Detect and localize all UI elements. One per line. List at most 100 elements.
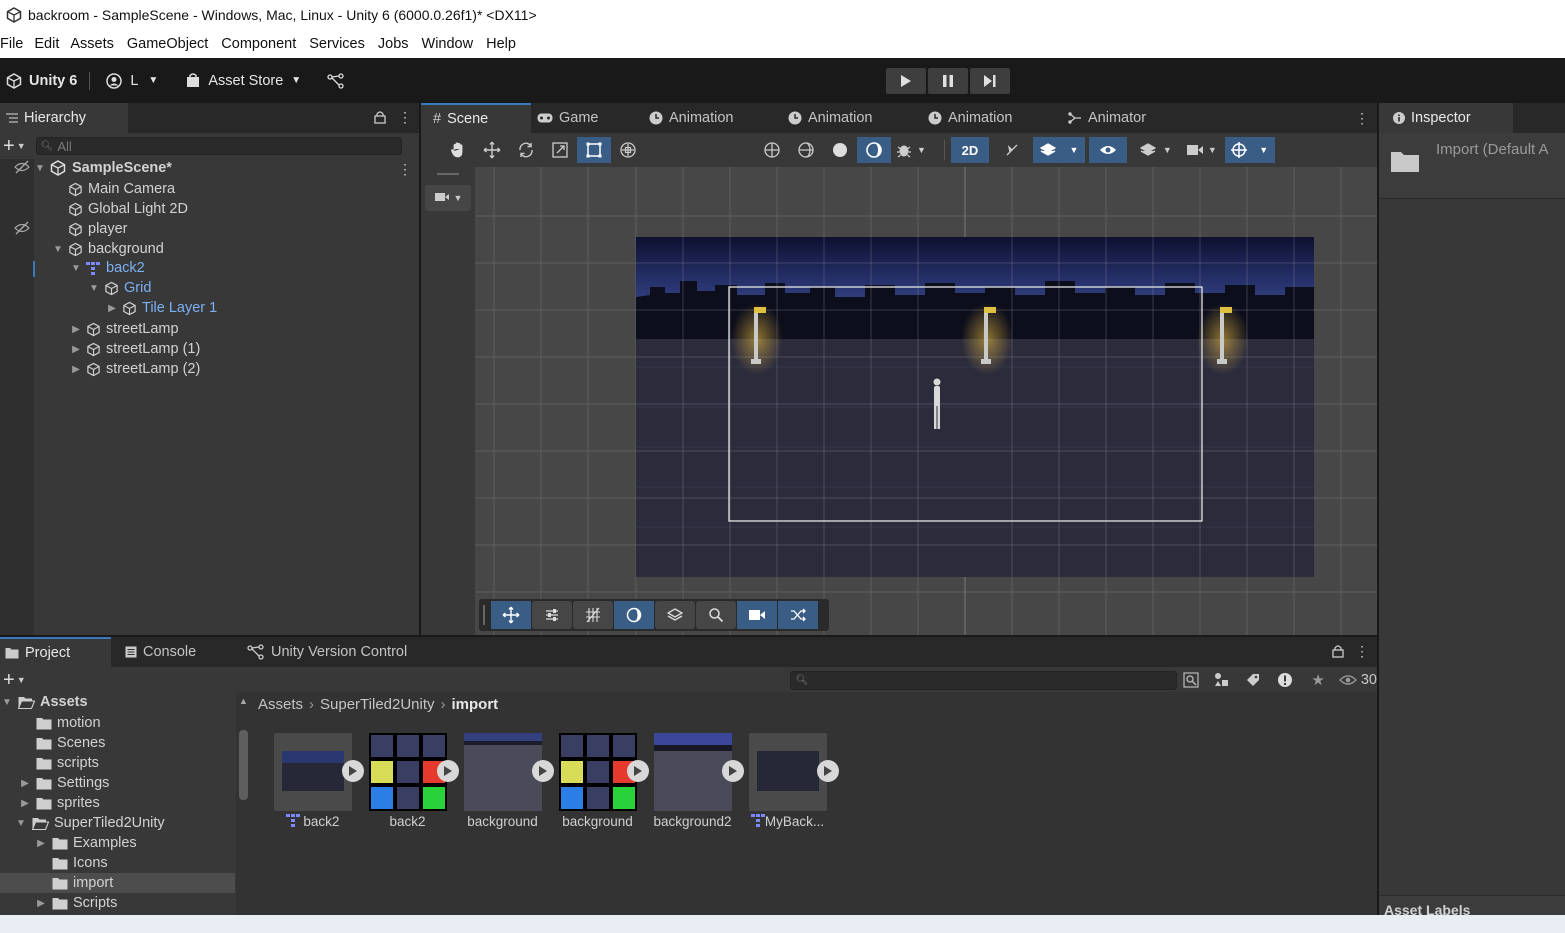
- asset-labels-section[interactable]: Asset Labels: [1379, 895, 1565, 918]
- hierarchy-item-tile-layer-1[interactable]: ▶ Tile Layer 1: [106, 298, 217, 318]
- scene-viewport[interactable]: [475, 167, 1377, 635]
- expand-play-icon[interactable]: [816, 760, 839, 782]
- expand-arrow-icon[interactable]: ▶: [70, 344, 82, 355]
- expand-arrow-icon[interactable]: ▶: [34, 838, 48, 849]
- expand-arrow-icon[interactable]: ▼: [34, 163, 46, 174]
- chevron-down-icon[interactable]: ▼: [917, 145, 926, 155]
- move-tool-icon[interactable]: [475, 137, 509, 163]
- hierarchy-item-streetlamp-1[interactable]: ▶ streetLamp (1): [70, 339, 200, 359]
- shaded-mode-icon[interactable]: [823, 137, 857, 163]
- shading-overlay-icon[interactable]: [614, 601, 654, 629]
- asset-item-back2-tilemap[interactable]: back2: [265, 733, 364, 831]
- menu-edit[interactable]: Edit: [34, 36, 70, 52]
- scroll-up-icon[interactable]: ▲: [239, 696, 248, 706]
- gizmos-icon[interactable]: [1224, 137, 1253, 163]
- breadcrumb-assets[interactable]: Assets: [258, 696, 303, 713]
- project-folder-examples[interactable]: ▶ Examples: [34, 833, 137, 853]
- scene-more-options-icon[interactable]: ⋮: [1355, 110, 1369, 127]
- hierarchy-item-background[interactable]: ▼ background: [52, 239, 164, 259]
- expand-arrow-icon[interactable]: ▶: [18, 778, 32, 789]
- menu-help[interactable]: Help: [486, 36, 523, 52]
- move-overlay-icon[interactable]: [491, 601, 531, 629]
- chevron-down-icon[interactable]: ▼: [1208, 145, 1217, 155]
- hierarchy-item-streetlamp-2[interactable]: ▶ streetLamp (2): [70, 359, 200, 379]
- favorite-star-icon[interactable]: ★: [1311, 671, 1324, 689]
- project-folder-supertiled2unity[interactable]: ▼ SuperTiled2Unity: [14, 813, 165, 833]
- scene-row[interactable]: ▼ SampleScene*: [34, 158, 172, 178]
- expand-arrow-icon[interactable]: ▼: [88, 283, 100, 294]
- hierarchy-item-global-light-2d[interactable]: Global Light 2D: [52, 199, 188, 219]
- chevron-down-icon[interactable]: ▼: [1252, 137, 1275, 163]
- 2d-mode-toggle[interactable]: 2D: [950, 137, 989, 163]
- pause-button[interactable]: [928, 68, 968, 94]
- project-folder-scripts[interactable]: scripts: [18, 753, 99, 773]
- expand-arrow-icon[interactable]: ▶: [34, 898, 48, 909]
- scene-visibility-eye-icon[interactable]: [1088, 137, 1127, 163]
- grid-snap-overlay-icon[interactable]: [573, 601, 613, 629]
- scroll-thumb[interactable]: [239, 730, 248, 800]
- project-folder-motion[interactable]: motion: [18, 713, 101, 733]
- step-button[interactable]: [970, 68, 1010, 94]
- search-by-type-icon[interactable]: [1183, 672, 1200, 688]
- expand-arrow-icon[interactable]: ▶: [106, 303, 118, 314]
- tab-scene[interactable]: # Scene: [421, 103, 531, 133]
- layers-overlay-icon[interactable]: [655, 601, 695, 629]
- more-options-icon[interactable]: ⋮: [398, 110, 412, 124]
- hierarchy-item-main-camera[interactable]: Main Camera: [52, 179, 175, 199]
- hierarchy-item-player[interactable]: player: [52, 219, 128, 239]
- breadcrumb-supertiled2unity[interactable]: SuperTiled2Unity: [320, 696, 435, 713]
- tab-animator[interactable]: Animator: [1062, 103, 1182, 133]
- camera-settings-icon[interactable]: [1182, 137, 1208, 163]
- filter-type-icon[interactable]: [1213, 672, 1229, 688]
- tab-project[interactable]: Project: [0, 637, 111, 667]
- project-tree-scrollbar[interactable]: ▲: [236, 692, 252, 915]
- audio-fx-layers-icon[interactable]: [1032, 137, 1063, 163]
- asset-item-background-2[interactable]: background: [550, 733, 649, 829]
- expand-arrow-icon[interactable]: ▼: [52, 244, 64, 255]
- expand-arrow-icon[interactable]: ▶: [70, 364, 82, 375]
- breadcrumb-import[interactable]: import: [452, 696, 499, 713]
- warning-icon[interactable]: [1277, 672, 1293, 688]
- tab-hierarchy[interactable]: Hierarchy: [0, 103, 128, 133]
- version-control-icon[interactable]: [327, 72, 345, 89]
- scene-more-icon[interactable]: ⋮: [398, 161, 412, 178]
- project-folder-scenes[interactable]: Scenes: [18, 733, 105, 753]
- hidden-packages-eye-icon[interactable]: [1338, 674, 1357, 686]
- menu-window[interactable]: Window: [422, 36, 487, 52]
- tab-animation-1[interactable]: Animation: [643, 103, 782, 133]
- tab-animation-3[interactable]: Animation: [922, 103, 1062, 133]
- hierarchy-search-input[interactable]: 🔍︎ All: [35, 137, 402, 155]
- debug-bug-icon[interactable]: [891, 137, 917, 163]
- menu-assets[interactable]: Assets: [70, 36, 127, 52]
- lock-icon[interactable]: [1332, 644, 1344, 661]
- tab-game[interactable]: Game: [531, 103, 643, 133]
- menu-services[interactable]: Services: [309, 36, 378, 52]
- hierarchy-item-streetlamp[interactable]: ▶ streetLamp: [70, 319, 178, 339]
- asset-item-background-1[interactable]: background: [455, 733, 554, 829]
- project-folder-assets[interactable]: ▼ Assets: [0, 692, 88, 712]
- menu-gameobject[interactable]: GameObject: [127, 36, 221, 52]
- tab-console[interactable]: Console: [111, 637, 233, 667]
- tab-unity-version-control[interactable]: Unity Version Control: [233, 637, 433, 667]
- asset-item-back2-tileset[interactable]: back2: [360, 733, 459, 829]
- expand-arrow-icon[interactable]: ▶: [70, 324, 82, 335]
- global-pivot-icon[interactable]: [755, 137, 789, 163]
- asset-item-myback[interactable]: MyBack...: [740, 733, 839, 831]
- sliders-overlay-icon[interactable]: [532, 601, 572, 629]
- project-folder-sprites[interactable]: ▶ sprites: [18, 793, 100, 813]
- chevron-down-icon[interactable]: ▼: [1163, 145, 1172, 155]
- account-dropdown[interactable]: L ▼: [106, 73, 158, 89]
- lighting-toggle-icon[interactable]: [995, 137, 1029, 163]
- street-lamp-3[interactable]: [1197, 303, 1249, 375]
- tab-inspector[interactable]: Inspector: [1379, 103, 1513, 133]
- project-folder-icons[interactable]: Icons: [34, 853, 108, 873]
- layers-icon[interactable]: [1133, 137, 1163, 163]
- hand-tool-icon[interactable]: [441, 137, 475, 163]
- tab-animation-2[interactable]: Animation: [782, 103, 922, 133]
- label-tag-icon[interactable]: [1245, 672, 1261, 688]
- menu-component[interactable]: Component: [221, 36, 309, 52]
- project-search-input[interactable]: 🔍︎: [789, 670, 1178, 690]
- hidden-object-icon[interactable]: [14, 221, 30, 238]
- camera-view-dropdown[interactable]: ▼: [425, 185, 471, 211]
- expand-arrow-icon[interactable]: ▼: [14, 818, 28, 829]
